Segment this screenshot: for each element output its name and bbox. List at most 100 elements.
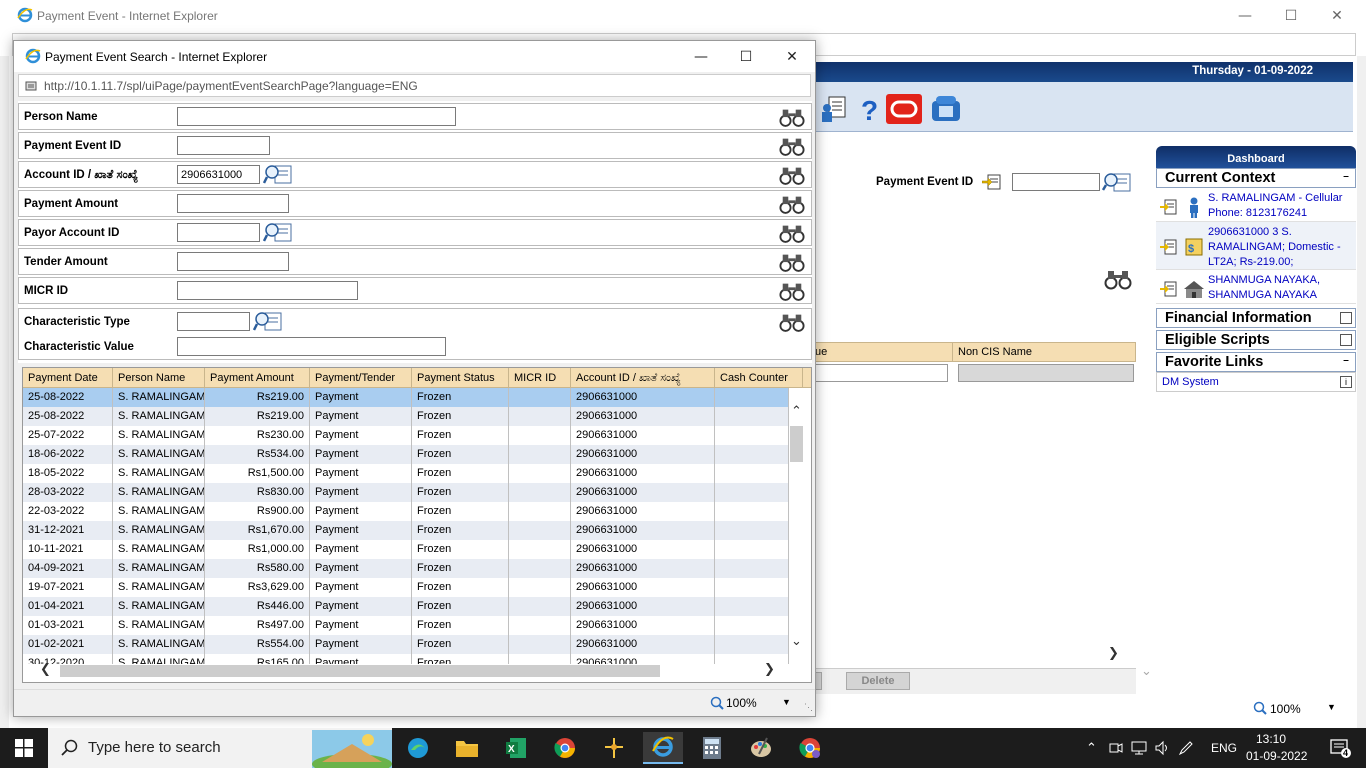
payor-account-search-icon[interactable] xyxy=(263,221,293,244)
table-row[interactable]: 18-05-2022 S. RAMALINGAM Rs1,500.00 Payment… xyxy=(23,464,789,483)
col-micr-id[interactable]: MICR ID xyxy=(509,368,571,388)
input-tender-amount[interactable] xyxy=(177,252,289,271)
scroll-right-arrow[interactable]: ❯ xyxy=(764,662,775,677)
col-payment-date[interactable]: Payment Date xyxy=(23,368,113,388)
oracle-logo-icon[interactable] xyxy=(886,94,922,124)
horizontal-scrollbar[interactable]: ❮ ❯ xyxy=(24,662,784,680)
account-search-icon[interactable] xyxy=(263,163,293,186)
taskbar-chrome-app[interactable] xyxy=(545,732,585,764)
current-context-header[interactable]: Current Context – xyxy=(1156,168,1356,188)
context-menu-icon[interactable] xyxy=(1160,198,1178,216)
eligible-scripts-header[interactable]: Eligible Scripts xyxy=(1156,330,1356,350)
popup-zoom-level[interactable]: 100% xyxy=(726,696,757,710)
popup-minimize-button[interactable]: — xyxy=(678,41,724,72)
financial-information-header[interactable]: Financial Information xyxy=(1156,308,1356,328)
table-row[interactable]: 01-04-2021 S. RAMALINGAM Rs446.00 Payment Fr… xyxy=(23,597,789,616)
main-close-button[interactable]: ✕ xyxy=(1314,0,1360,32)
volume-icon[interactable] xyxy=(1154,740,1170,756)
col-cash-counter[interactable]: Cash Counter xyxy=(715,368,803,388)
favorite-links-header[interactable]: Favorite Links – xyxy=(1156,352,1356,372)
col-payment-amount[interactable]: Payment Amount xyxy=(205,368,310,388)
main-zoom-level[interactable]: 100% xyxy=(1270,702,1301,716)
input-account-id[interactable] xyxy=(177,165,260,184)
col-person-name[interactable]: Person Name xyxy=(113,368,205,388)
binoculars-icon[interactable] xyxy=(779,166,805,186)
scroll-left-arrow[interactable]: ❮ xyxy=(40,662,51,677)
info-icon[interactable]: i xyxy=(1340,376,1352,388)
start-button[interactable] xyxy=(0,728,48,768)
horizontal-scroll-thumb[interactable] xyxy=(60,665,660,677)
main-payment-event-id-input[interactable] xyxy=(1012,173,1100,191)
input-characteristic-value[interactable] xyxy=(177,337,446,356)
help-icon[interactable]: ? xyxy=(854,94,886,124)
table-row[interactable]: 18-06-2022 S. RAMALINGAM Rs534.00 Payment Fr… xyxy=(23,445,789,464)
collapse-icon[interactable]: – xyxy=(1340,172,1352,184)
user-list-icon[interactable] xyxy=(818,94,850,124)
col-payment-tender[interactable]: Payment/Tender xyxy=(310,368,412,388)
main-delete-button[interactable]: Delete xyxy=(846,672,910,690)
notification-center-icon[interactable] xyxy=(1330,738,1352,761)
language-indicator[interactable]: ENG xyxy=(1211,741,1237,755)
input-payment-amount[interactable] xyxy=(177,194,289,213)
zoom-dropdown-icon[interactable]: ▼ xyxy=(1327,702,1336,712)
favorite-link-dm-system[interactable]: DM System xyxy=(1162,376,1219,388)
taskbar-calculator-app[interactable] xyxy=(692,732,732,764)
input-micr-id[interactable] xyxy=(177,281,358,300)
taskbar-internet-explorer-app[interactable] xyxy=(643,732,683,764)
table-row[interactable]: 25-08-2022 S. RAMALINGAM Rs219.00 Payment Fr… xyxy=(23,407,789,426)
table-row[interactable]: 25-07-2022 S. RAMALINGAM Rs230.00 Payment Fr… xyxy=(23,426,789,445)
context-item-account[interactable]: $ 2906631000 3 S. RAMALINGAM; Domestic -… xyxy=(1156,222,1356,270)
scroll-down-arrow[interactable]: ⌄ xyxy=(791,634,802,649)
expand-icon[interactable] xyxy=(1340,312,1352,324)
main-minimize-button[interactable]: — xyxy=(1222,0,1268,32)
table-row[interactable]: 04-09-2021 S. RAMALINGAM Rs580.00 Payment Fr… xyxy=(23,559,789,578)
taskbar-tool-app[interactable] xyxy=(594,732,634,764)
binoculars-icon[interactable] xyxy=(779,253,805,273)
context-premise-text[interactable]: SHANMUGA NAYAKA, SHANMUGA NAYAKA xyxy=(1208,273,1352,303)
input-person-name[interactable] xyxy=(177,107,456,126)
clock-date[interactable]: 01-09-2022 xyxy=(1246,749,1307,763)
binoculars-icon[interactable] xyxy=(779,224,805,244)
table-row[interactable]: 01-03-2021 S. RAMALINGAM Rs497.00 Payment Fr… xyxy=(23,616,789,635)
col-payment-status[interactable]: Payment Status xyxy=(412,368,509,388)
table-row[interactable]: 01-02-2021 S. RAMALINGAM Rs554.00 Payment Fr… xyxy=(23,635,789,654)
vertical-scrollbar[interactable]: ⌃ ⌄ xyxy=(788,404,805,666)
taskbar-file-explorer-app[interactable] xyxy=(447,732,487,764)
context-item-person[interactable]: S. RAMALINGAM - Cellular Phone: 81231762… xyxy=(1156,188,1356,222)
telephone-icon[interactable] xyxy=(930,94,962,124)
table-row[interactable]: 28-03-2022 S. RAMALINGAM Rs830.00 Payment Fr… xyxy=(23,483,789,502)
context-item-premise[interactable]: SHANMUGA NAYAKA, SHANMUGA NAYAKA xyxy=(1156,270,1356,304)
input-payor-account-id[interactable] xyxy=(177,223,260,242)
context-menu-icon[interactable] xyxy=(981,173,1002,194)
main-grid-value-input[interactable] xyxy=(810,364,948,382)
popup-url[interactable]: http://10.1.11.7/spl/uiPage/paymentEvent… xyxy=(44,79,418,93)
main-maximize-button[interactable]: ☐ xyxy=(1268,0,1314,32)
table-row[interactable]: 31-12-2021 S. RAMALINGAM Rs1,670.00 Payment… xyxy=(23,521,789,540)
taskbar-paint-app[interactable] xyxy=(741,732,781,764)
zoom-dropdown-icon[interactable]: ▼ xyxy=(782,697,791,707)
table-row[interactable]: 22-03-2022 S. RAMALINGAM Rs900.00 Payment Fr… xyxy=(23,502,789,521)
meet-now-icon[interactable] xyxy=(1108,740,1124,756)
binoculars-icon[interactable] xyxy=(779,282,805,302)
table-row[interactable]: 19-07-2021 S. RAMALINGAM Rs3,629.00 Payment… xyxy=(23,578,789,597)
show-hidden-icons-chevron-icon[interactable]: ⌃ xyxy=(1086,740,1097,756)
popup-maximize-button[interactable]: ☐ xyxy=(723,41,769,72)
main-search-icon[interactable] xyxy=(1101,171,1132,196)
input-payment-event-id[interactable] xyxy=(177,136,270,155)
popup-address-bar[interactable]: http://10.1.11.7/spl/uiPage/paymentEvent… xyxy=(18,74,811,97)
binoculars-icon[interactable] xyxy=(779,137,805,157)
scroll-up-arrow[interactable]: ⌃ xyxy=(791,404,802,419)
characteristic-type-search-icon[interactable] xyxy=(253,310,283,333)
context-menu-icon[interactable] xyxy=(1160,280,1178,298)
popup-close-button[interactable]: ✕ xyxy=(769,41,815,72)
col-account-id[interactable]: Account ID / ಖಾತೆ ಸಂಖ್ಯೆ xyxy=(571,368,715,388)
clock-time[interactable]: 13:10 xyxy=(1256,732,1286,746)
table-row[interactable]: 10-11-2021 S. RAMALINGAM Rs1,000.00 Payment… xyxy=(23,540,789,559)
main-scroll-right-arrow[interactable]: ❯ xyxy=(1108,646,1119,661)
binoculars-icon[interactable] xyxy=(779,195,805,215)
context-person-text[interactable]: S. RAMALINGAM - Cellular Phone: 81231762… xyxy=(1208,191,1352,221)
main-scroll-down-arrow[interactable]: ⌄ xyxy=(1141,664,1152,679)
binoculars-icon[interactable] xyxy=(779,108,805,128)
favorite-link-item[interactable]: DM System i xyxy=(1156,372,1356,392)
taskbar-chrome-profile-app[interactable] xyxy=(790,732,830,764)
